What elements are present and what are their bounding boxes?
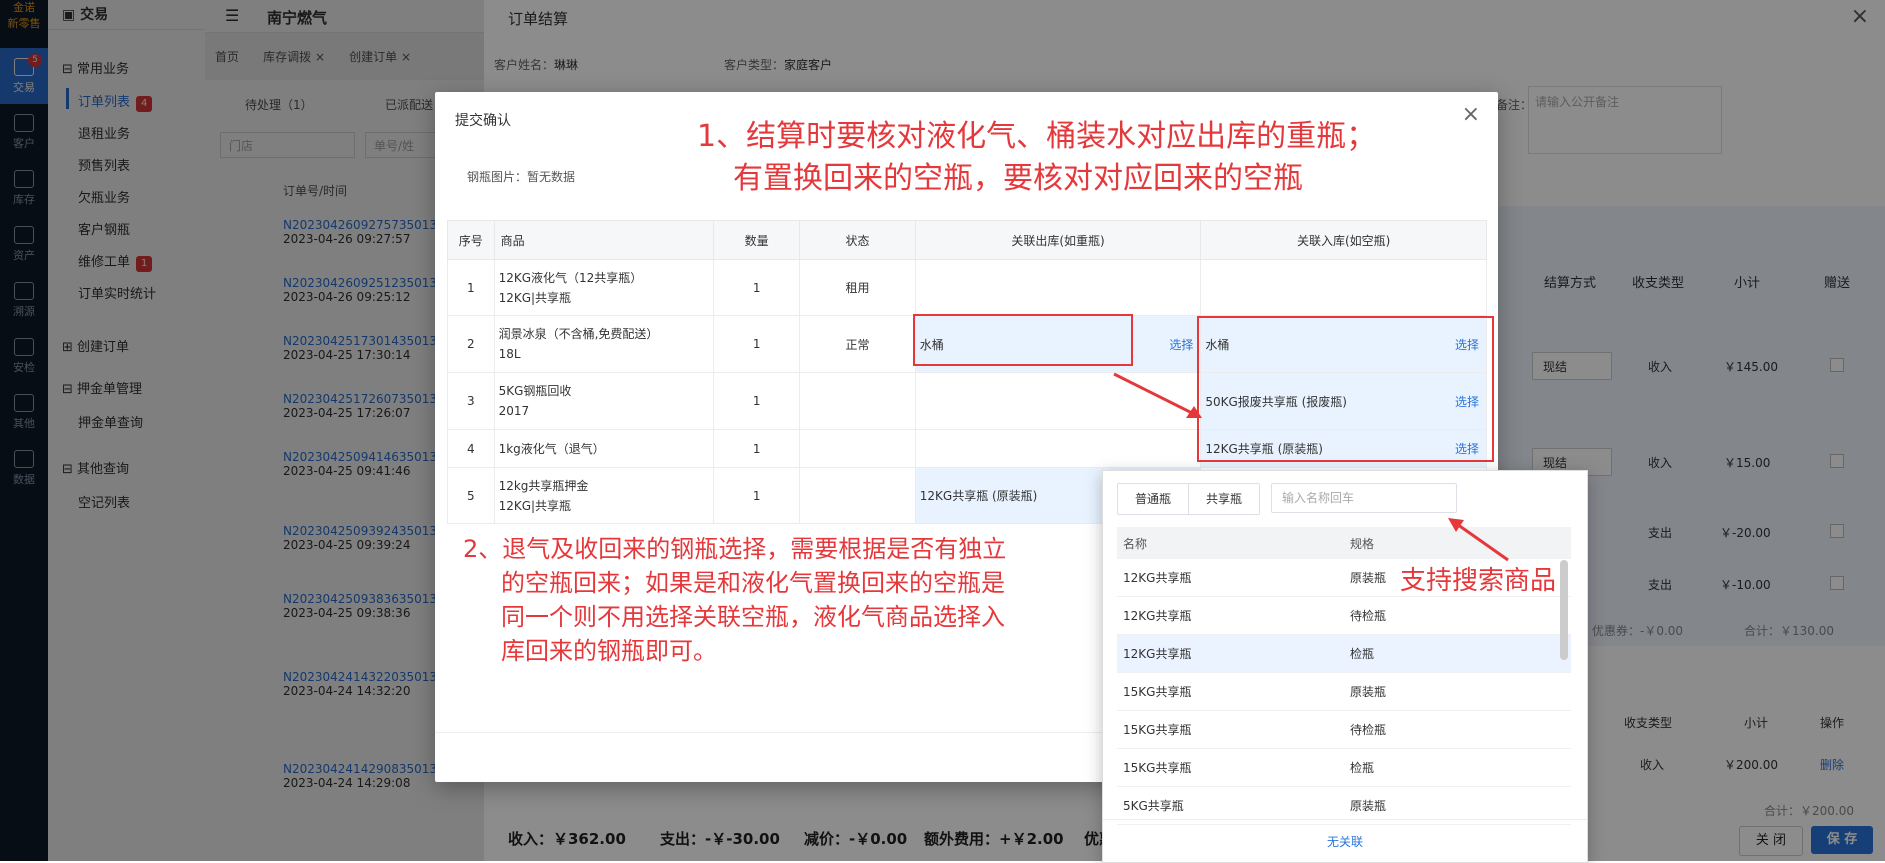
annotation-box-out	[913, 314, 1133, 366]
annotation-box-in	[1197, 316, 1494, 462]
cylinder-photo-text: 钢瓶图片：暂无数据	[467, 170, 576, 184]
col-name: 名称	[1117, 527, 1344, 559]
annotation-arrow-2	[1448, 518, 1509, 562]
popover-scrollbar[interactable]	[1560, 560, 1568, 660]
annotation-arrow-1	[1113, 372, 1202, 418]
col-product: 商品	[493, 220, 715, 260]
cylinder-search-input[interactable]: 输入名称回车	[1271, 483, 1457, 513]
col-link-out: 关联出库(如重瓶)	[914, 220, 1202, 260]
col-link-in: 关联入库(如空瓶)	[1200, 220, 1487, 260]
table-row[interactable]: 12KG共享瓶 检瓶	[1117, 634, 1571, 673]
seg-shared-bottle[interactable]: 共享瓶	[1188, 484, 1259, 514]
col-index: 序号	[447, 220, 495, 260]
annotation-note-2: 2、退气及收回来的钢瓶选择，需要根据是否有独立 的空瓶回来；如果是和液化气置换回…	[463, 535, 1007, 665]
table-row[interactable]: 15KG共享瓶 原装瓶	[1117, 672, 1571, 711]
cylinder-select-popover: 普通瓶 共享瓶 输入名称回车 名称 规格 12KG共享瓶 原装瓶 12KG共享瓶 待检瓶…	[1102, 470, 1588, 863]
table-row[interactable]: 12KG共享瓶 待检瓶	[1117, 596, 1571, 635]
table-row[interactable]: 15KG共享瓶 检瓶	[1117, 748, 1571, 787]
annotation-note-1: 1、结算时要核对液化气、桶装水对应出库的重瓶； 有置换回来的空瓶，要核对对应回来…	[697, 119, 1377, 196]
table-row[interactable]: 15KG共享瓶 待检瓶	[1117, 710, 1571, 749]
col-status: 状态	[799, 220, 916, 260]
annotation-note-3: 支持搜索商品	[1400, 566, 1557, 596]
select-link[interactable]: 选择	[1169, 336, 1193, 353]
dialog-title: 提交确认	[455, 113, 511, 129]
cylinder-type-toggle: 普通瓶 共享瓶	[1117, 483, 1260, 515]
dialog-close-icon[interactable]: ×	[1462, 102, 1480, 127]
no-link-option[interactable]: 无关联	[1103, 833, 1587, 850]
table-row: 1 12KG液化气（12共享瓶） 12KG|共享瓶 1 租用	[447, 259, 1487, 316]
seg-normal-bottle[interactable]: 普通瓶	[1118, 484, 1188, 514]
col-qty: 数量	[713, 220, 801, 260]
